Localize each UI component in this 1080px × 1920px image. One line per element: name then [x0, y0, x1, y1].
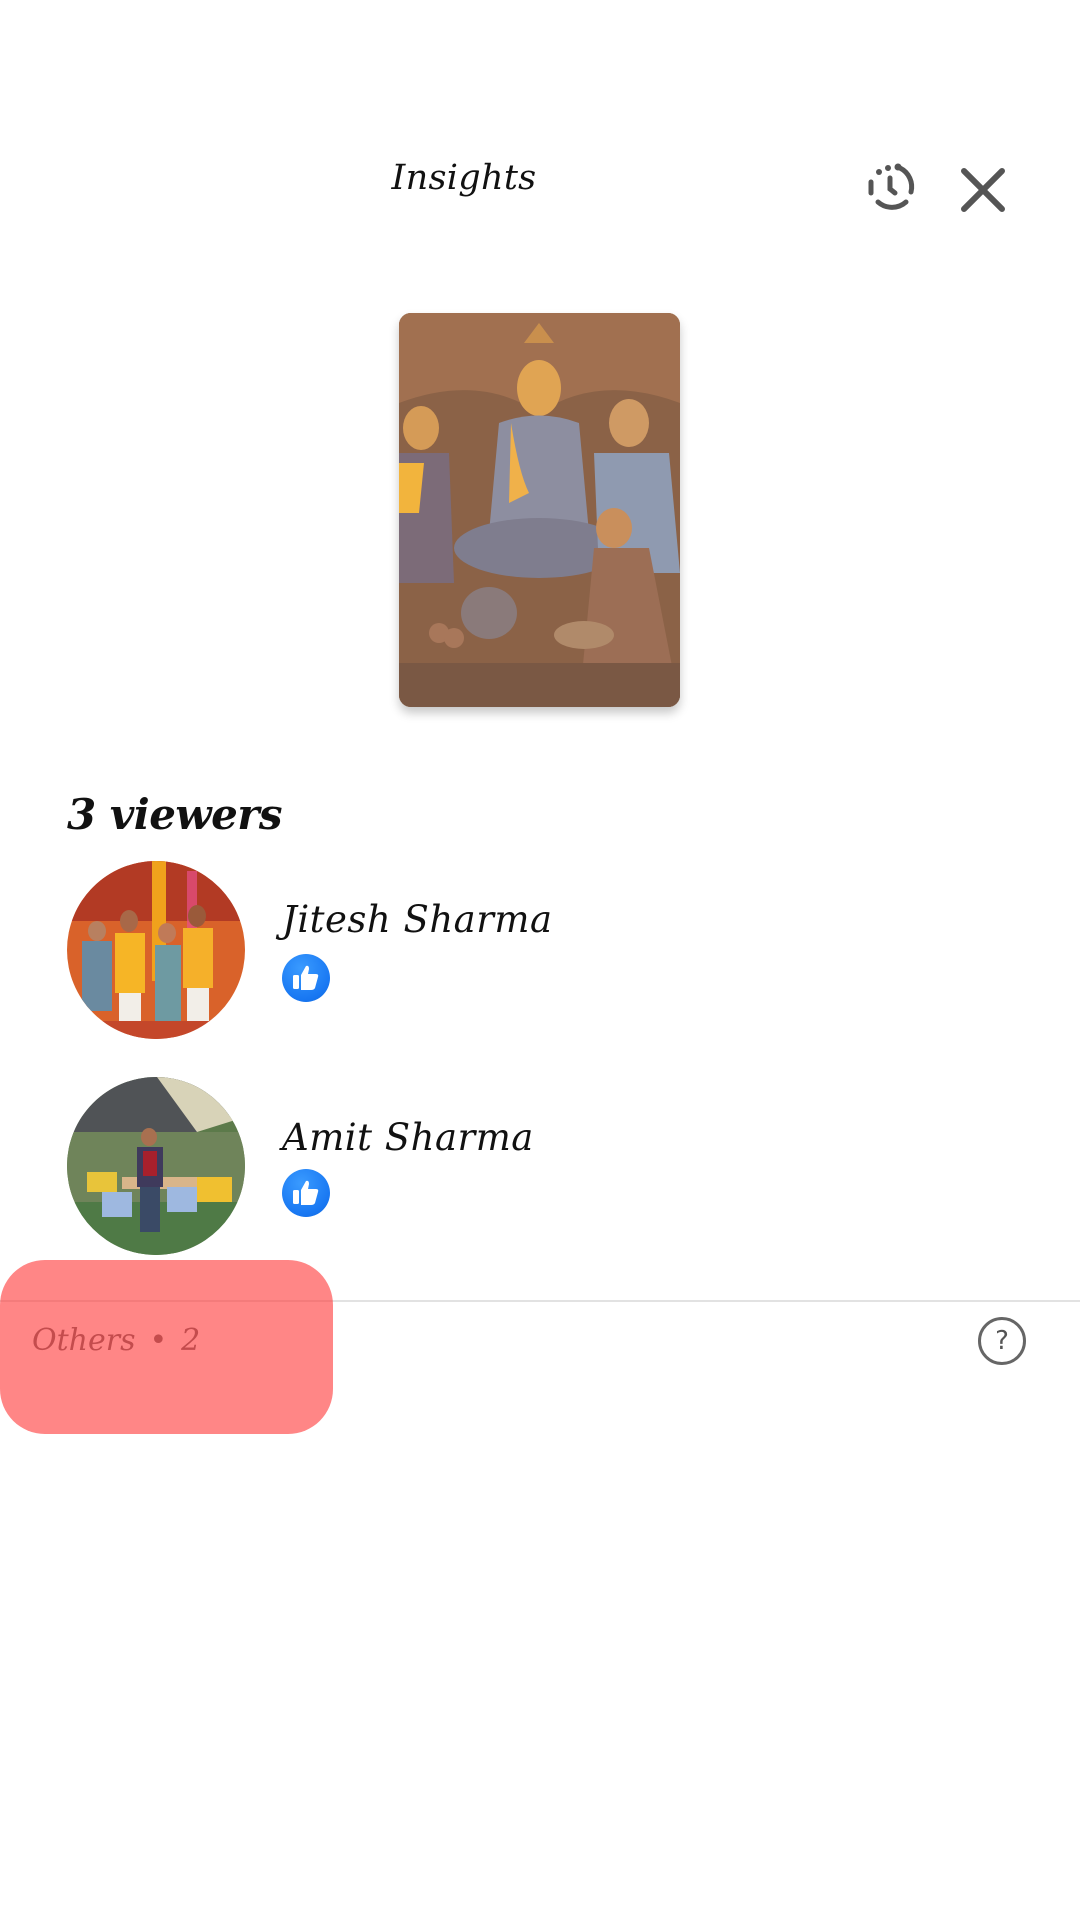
help-button[interactable]: ? — [978, 1317, 1026, 1365]
separator-dot: • — [149, 1323, 168, 1358]
viewer-row[interactable]: Amit Sharma — [0, 1077, 1080, 1267]
thumbs-up-icon — [293, 965, 319, 990]
thumbs-up-icon — [293, 1180, 319, 1205]
divider — [0, 1300, 1080, 1302]
like-reaction-badge — [282, 1169, 330, 1217]
viewers-count-heading: 3 viewers — [67, 790, 283, 839]
viewer-name[interactable]: Jitesh Sharma — [282, 898, 553, 942]
question-circle-icon: ? — [995, 1326, 1009, 1356]
others-viewers-row[interactable]: Others • 2 — [32, 1322, 200, 1360]
story-thumbnail[interactable] — [399, 313, 680, 707]
story-history-icon — [868, 163, 915, 210]
others-count: 2 — [181, 1323, 201, 1358]
avatar-image — [67, 861, 245, 1039]
others-label: Others — [32, 1323, 136, 1358]
close-button[interactable] — [958, 165, 1008, 215]
avatar-image — [67, 1077, 245, 1255]
close-icon — [961, 168, 1005, 212]
viewer-row[interactable]: Jitesh Sharma — [0, 860, 1080, 1050]
like-reaction-badge — [282, 954, 330, 1002]
story-image — [399, 313, 680, 707]
avatar[interactable] — [67, 1077, 245, 1255]
story-history-button[interactable] — [862, 158, 922, 218]
avatar[interactable] — [67, 861, 245, 1039]
viewer-name[interactable]: Amit Sharma — [282, 1116, 534, 1160]
page-title: Insights — [391, 158, 537, 198]
